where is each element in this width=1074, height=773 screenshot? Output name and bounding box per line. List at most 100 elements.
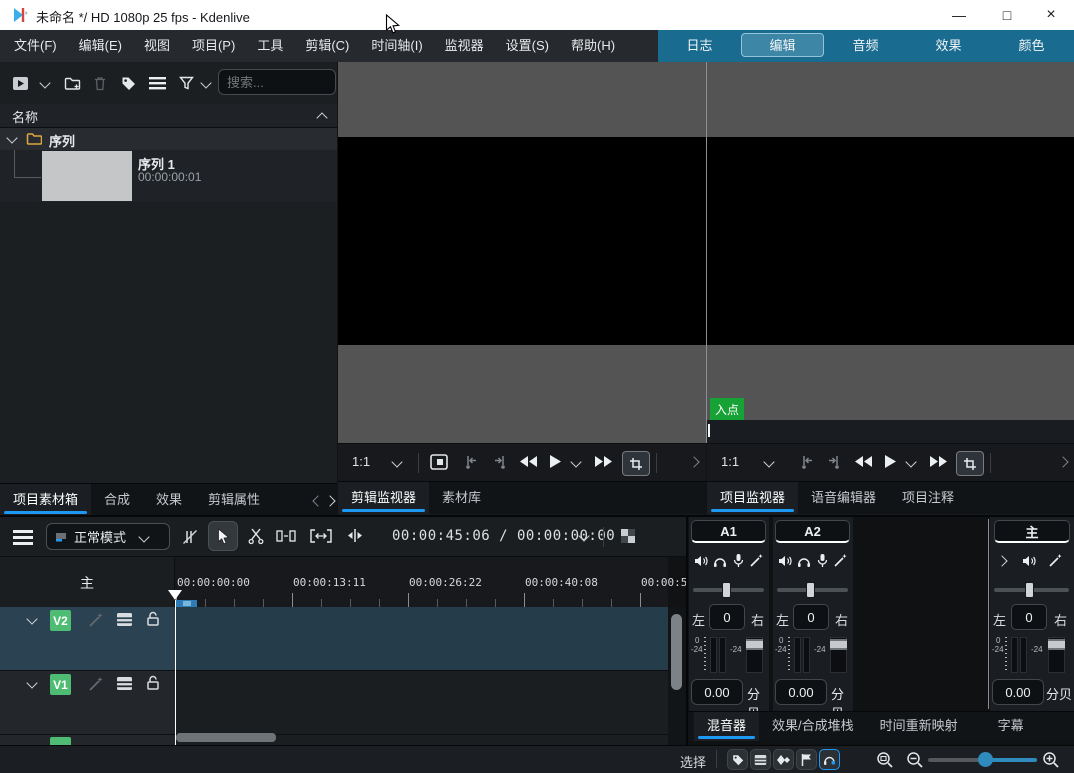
- zoom-out-icon[interactable]: [906, 751, 924, 769]
- menu-help[interactable]: 帮助(H): [560, 30, 626, 62]
- gain-fader-handle[interactable]: [1048, 639, 1065, 650]
- maximize-button[interactable]: □: [984, 0, 1030, 30]
- track-header-v1[interactable]: V1: [0, 671, 175, 735]
- edit-mode-dropdown[interactable]: 正常模式: [46, 523, 170, 550]
- balance-value[interactable]: 0: [1011, 604, 1047, 630]
- menu-edit[interactable]: 编辑(E): [68, 30, 133, 62]
- tab-speech-editor[interactable]: 语音编辑器: [798, 482, 889, 514]
- volume-slider-handle[interactable]: [722, 582, 731, 598]
- tab-library[interactable]: 素材库: [429, 482, 494, 514]
- record-mic-icon[interactable]: [816, 553, 829, 568]
- workspace-tab-editing[interactable]: 编辑: [741, 33, 824, 57]
- bin-name-header[interactable]: 名称: [0, 104, 337, 128]
- balance-value[interactable]: 0: [793, 604, 829, 630]
- playhead-marker[interactable]: [168, 590, 182, 600]
- effects-wand-icon[interactable]: [833, 553, 848, 568]
- effects-wand-icon[interactable]: [88, 676, 104, 692]
- tab-scroll-right-icon[interactable]: [324, 495, 335, 506]
- audio-thumbnails-button[interactable]: [819, 749, 840, 770]
- track-badge[interactable]: V2: [50, 610, 71, 631]
- db-value[interactable]: 0.00: [992, 679, 1044, 705]
- monitor-headphones-icon[interactable]: [797, 554, 811, 568]
- record-mic-icon[interactable]: [732, 553, 745, 568]
- transport-overflow-icon[interactable]: [1057, 456, 1068, 467]
- selection-tool-button[interactable]: [208, 521, 238, 551]
- show-markers-button[interactable]: [727, 749, 748, 770]
- go-to-zone-out-icon[interactable]: [492, 454, 507, 470]
- timeline-ruler[interactable]: 00:00:00:00 00:00:13:11 00:00:26:22 00:0…: [175, 557, 668, 607]
- fit-zoom-icon[interactable]: [310, 529, 332, 543]
- track-thumbnails-icon[interactable]: [116, 612, 133, 627]
- menu-view[interactable]: 视图: [133, 30, 181, 62]
- menu-monitor[interactable]: 监视器: [434, 30, 495, 62]
- monitor-headphones-icon[interactable]: [713, 554, 727, 568]
- show-keyframes-button[interactable]: [773, 749, 794, 770]
- transport-overflow-icon[interactable]: [688, 456, 699, 467]
- go-to-zone-in-icon[interactable]: [800, 454, 815, 470]
- tab-scroll-left-icon[interactable]: [312, 495, 323, 506]
- menu-project[interactable]: 项目(P): [181, 30, 246, 62]
- timeline-master-header[interactable]: 主: [0, 557, 175, 607]
- play-icon[interactable]: [549, 454, 562, 469]
- gain-fader-handle[interactable]: [830, 639, 847, 650]
- split-view-icon[interactable]: [346, 528, 364, 543]
- fast-forward-icon[interactable]: [929, 455, 948, 468]
- tab-project-notes[interactable]: 项目注释: [889, 482, 967, 514]
- tab-compositions[interactable]: 合成: [91, 484, 143, 516]
- add-clip-dropdown-chevron-icon[interactable]: [39, 77, 50, 88]
- go-to-zone-out-icon[interactable]: [826, 454, 841, 470]
- balance-value[interactable]: 0: [709, 604, 745, 630]
- tab-clip-monitor[interactable]: 剪辑监视器: [338, 482, 429, 514]
- track-header-a1-partial[interactable]: [0, 735, 175, 745]
- menu-file[interactable]: 文件(F): [3, 30, 68, 62]
- workspace-tab-effects[interactable]: 效果: [907, 30, 990, 62]
- go-to-zone-in-icon[interactable]: [464, 454, 479, 470]
- add-clip-button[interactable]: [10, 73, 30, 93]
- clip-thumbnail[interactable]: [42, 151, 132, 201]
- tab-effect-stack[interactable]: 效果/合成堆栈: [759, 712, 867, 741]
- search-input[interactable]: [218, 69, 336, 95]
- workspace-tab-logging[interactable]: 日志: [658, 30, 741, 62]
- track-badge[interactable]: V1: [50, 674, 71, 695]
- mute-speaker-icon[interactable]: [1022, 554, 1037, 568]
- lock-icon[interactable]: [146, 611, 160, 627]
- project-monitor-zoom-level[interactable]: 1:1: [721, 454, 739, 469]
- tab-subtitles[interactable]: 字幕: [985, 712, 1037, 741]
- zone-mode-button[interactable]: [622, 451, 650, 476]
- scene-zone-icon[interactable]: [430, 454, 448, 470]
- master-track-label[interactable]: 主: [80, 573, 94, 593]
- gain-fader-handle[interactable]: [746, 639, 763, 650]
- filter-button[interactable]: [177, 74, 195, 92]
- seekbar-playhead[interactable]: [708, 424, 710, 437]
- track-collapse-chevron-icon[interactable]: [26, 677, 37, 688]
- db-value[interactable]: 0.00: [775, 679, 827, 705]
- zoom-fit-icon[interactable]: [876, 751, 894, 769]
- tab-clip-properties[interactable]: 剪辑属性: [195, 484, 273, 516]
- menu-tools[interactable]: 工具: [246, 30, 294, 62]
- project-monitor-seekbar[interactable]: [707, 420, 1074, 443]
- bin-folder-row[interactable]: 序列: [0, 128, 337, 150]
- razor-tool-icon[interactable]: [248, 528, 264, 545]
- playhead-line[interactable]: [175, 600, 176, 745]
- timeline-vscroll-thumb[interactable]: [671, 614, 682, 690]
- mixed-tracks-icon[interactable]: [620, 528, 636, 544]
- play-options-chevron-icon[interactable]: [570, 456, 581, 467]
- tab-mixer[interactable]: 混音器: [694, 712, 759, 741]
- zoom-in-icon[interactable]: [1042, 751, 1060, 769]
- timeline-zone-bar[interactable]: [175, 600, 197, 607]
- tab-time-remap[interactable]: 时间重新映射: [867, 712, 971, 741]
- timeline-menu-button[interactable]: [12, 529, 34, 545]
- channel-name[interactable]: 主: [994, 520, 1070, 543]
- create-folder-button[interactable]: [62, 73, 82, 93]
- tag-button[interactable]: [119, 74, 137, 92]
- clip-monitor-zoom-level[interactable]: 1:1: [352, 454, 370, 469]
- bin-clip-row[interactable]: 序列 1 00:00:00:01: [0, 150, 337, 202]
- db-value[interactable]: 0.00: [691, 679, 743, 705]
- timeline-hscroll-thumb[interactable]: [176, 733, 276, 742]
- spacer-tool-icon[interactable]: [276, 530, 296, 542]
- rewind-icon[interactable]: [854, 455, 873, 468]
- delete-button[interactable]: [91, 74, 109, 92]
- workspace-tab-color[interactable]: 颜色: [990, 30, 1073, 62]
- zone-mode-button[interactable]: [956, 451, 984, 476]
- av-split-icon[interactable]: [182, 529, 198, 545]
